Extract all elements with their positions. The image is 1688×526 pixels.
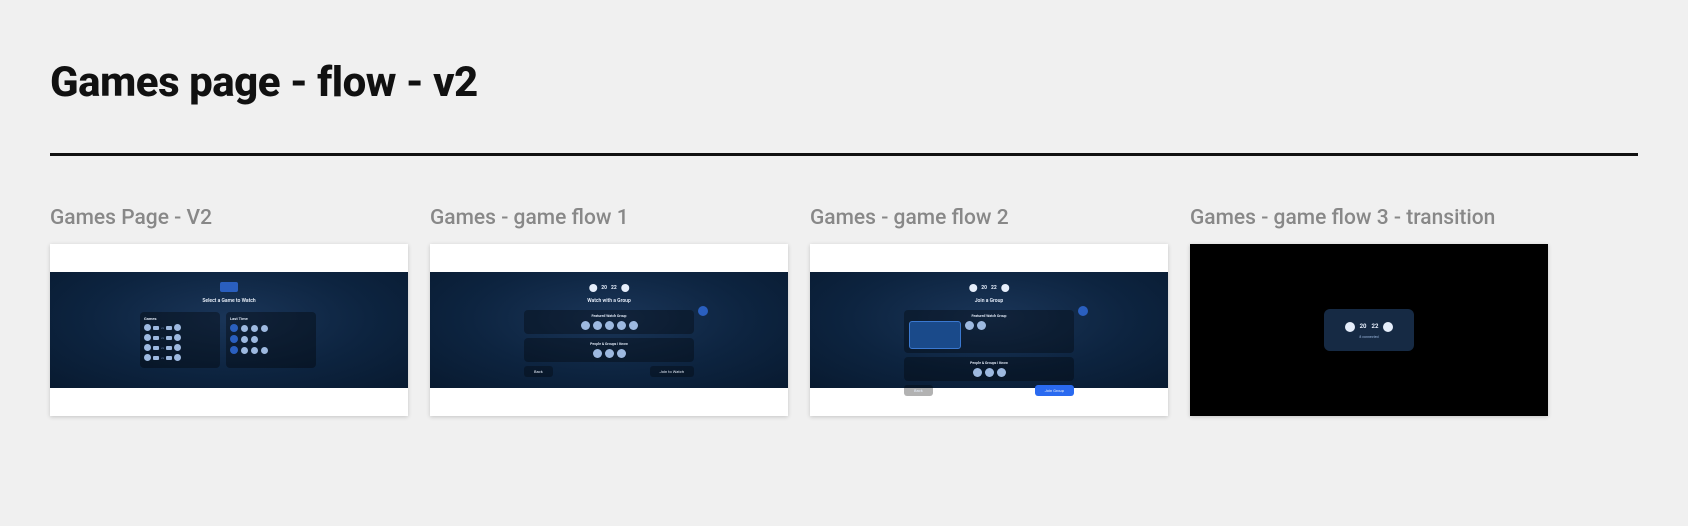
- last-time-panel: Last Time: [226, 312, 316, 368]
- score-left: 20: [981, 285, 987, 291]
- arena-background: 20 22 Join a Group Featured Watch Group: [810, 272, 1168, 388]
- frame-label: Games - game flow 1: [430, 206, 788, 230]
- history-row: [230, 335, 312, 343]
- team-logo-right: [1001, 284, 1009, 292]
- avatar-row: [909, 368, 1069, 377]
- team-logo-right: [621, 284, 629, 292]
- modal-title: Watch with a Group: [587, 298, 631, 304]
- score-right: 22: [611, 285, 617, 291]
- modal-title: Join a Group: [975, 298, 1003, 304]
- frame-column: Games - game flow 2 20 22 Join a Group F…: [810, 206, 1168, 416]
- history-row: [230, 346, 312, 354]
- featured-title: Featured Watch Group: [909, 314, 1069, 318]
- frame-label: Games - game flow 2: [810, 206, 1168, 230]
- people-title: People & Groups I Know: [909, 361, 1069, 365]
- history-row: [230, 324, 312, 332]
- featured-title: Featured Watch Group: [529, 314, 689, 318]
- avatar-row: [965, 321, 1069, 330]
- score-row: 20 22: [1345, 322, 1394, 332]
- game-row: vs: [144, 334, 216, 341]
- team-logo-right: [1383, 322, 1393, 332]
- game-row: vs: [144, 344, 216, 351]
- arena-background: Select a Game to Watch Games vs vs vs vs…: [50, 272, 408, 388]
- frame-column: Games - game flow 3 - transition 20 22 8…: [1190, 206, 1548, 416]
- frames-row: Games Page - V2 Select a Game to Watch G…: [50, 206, 1638, 416]
- team-logo-left: [1345, 322, 1355, 332]
- primary-button: Join to Watch: [650, 366, 694, 377]
- frame-thumbnail-game-flow-3-transition[interactable]: 20 22 8 connected: [1190, 244, 1548, 416]
- frame-column: Games - game flow 1 20 22 Watch with a G…: [430, 206, 788, 416]
- score-right: 22: [1372, 323, 1379, 330]
- transition-modal: 20 22 8 connected: [1324, 309, 1414, 351]
- arena-background: 20 22 Watch with a Group Featured Watch …: [430, 272, 788, 388]
- back-button: Back: [904, 385, 933, 396]
- frame-label: Games Page - V2: [50, 206, 408, 230]
- team-logo-left: [969, 284, 977, 292]
- people-section: People & Groups I Know: [904, 357, 1074, 381]
- featured-info: [965, 321, 1069, 349]
- games-panel-title: Games: [144, 316, 216, 321]
- featured-card-selected: [909, 321, 961, 349]
- dark-background: 20 22 8 connected: [1190, 244, 1548, 416]
- avatar-row: [529, 321, 689, 330]
- score-left: 20: [601, 285, 607, 291]
- people-title: People & Groups I Know: [529, 342, 689, 346]
- nba-logo: [220, 282, 238, 292]
- score-left: 20: [1360, 323, 1367, 330]
- frame-thumbnail-games-page[interactable]: Select a Game to Watch Games vs vs vs vs…: [50, 244, 408, 416]
- team-logo-left: [589, 284, 597, 292]
- games-panel: Games vs vs vs vs: [140, 312, 220, 368]
- featured-section: Featured Watch Group: [904, 310, 1074, 353]
- status-label: 8 connected: [1359, 335, 1378, 339]
- frame-thumbnail-game-flow-2[interactable]: 20 22 Join a Group Featured Watch Group: [810, 244, 1168, 416]
- select-game-title: Select a Game to Watch: [202, 298, 255, 304]
- button-row: Back Join Group: [904, 385, 1074, 396]
- frame-label: Games - game flow 3 - transition: [1190, 206, 1548, 230]
- game-row: vs: [144, 354, 216, 361]
- back-button: Back: [524, 366, 553, 377]
- featured-row: [909, 321, 1069, 349]
- people-section: People & Groups I Know: [524, 338, 694, 362]
- featured-section: Featured Watch Group: [524, 310, 694, 334]
- modal-panel: Featured Watch Group People & Groups I K…: [904, 310, 1074, 396]
- close-icon: [698, 306, 708, 316]
- game-row: vs: [144, 324, 216, 331]
- frame-column: Games Page - V2 Select a Game to Watch G…: [50, 206, 408, 416]
- page-title: Games page - flow - v2: [50, 58, 1638, 107]
- close-icon: [1078, 306, 1088, 316]
- score-bar: 20 22: [589, 284, 629, 292]
- last-time-panel-title: Last Time: [230, 316, 312, 321]
- button-row: Back Join to Watch: [524, 366, 694, 377]
- score-right: 22: [991, 285, 997, 291]
- frame-thumbnail-game-flow-1[interactable]: 20 22 Watch with a Group Featured Watch …: [430, 244, 788, 416]
- avatar-row: [529, 349, 689, 358]
- primary-button: Join Group: [1035, 385, 1074, 396]
- section-divider: [50, 153, 1638, 156]
- modal-panel: Featured Watch Group People & Groups I K…: [524, 310, 694, 377]
- score-bar: 20 22: [969, 284, 1009, 292]
